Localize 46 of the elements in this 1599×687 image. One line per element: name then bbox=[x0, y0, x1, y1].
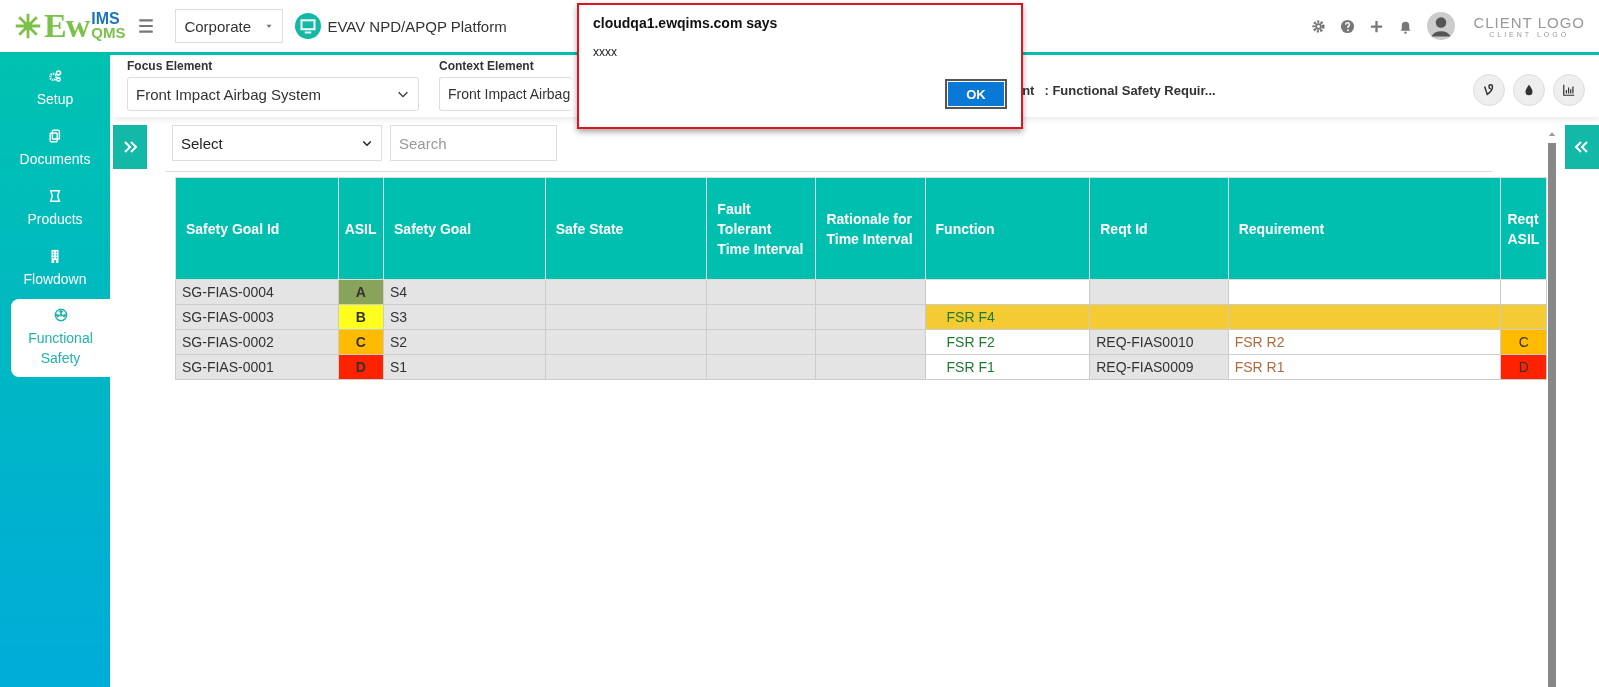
table-cell: S2 bbox=[383, 329, 546, 355]
table-cell: FSR F4 bbox=[925, 304, 1090, 330]
table-cell: SG-FIAS-0004 bbox=[175, 279, 339, 305]
table-cell: S1 bbox=[383, 354, 546, 380]
element-select[interactable]: Front Impact Airbag bbox=[439, 77, 573, 111]
nav-item[interactable]: Products bbox=[0, 179, 110, 239]
nav-item[interactable]: Functional Safety bbox=[11, 299, 110, 377]
logo-text: QMS bbox=[91, 26, 126, 40]
logo-text: Ew bbox=[44, 7, 90, 45]
column-header: Requirement bbox=[1228, 177, 1501, 280]
table-cell: SG-FIAS-0002 bbox=[175, 329, 339, 355]
breadcrumb-text: : Functional Safety Requir... bbox=[1044, 82, 1216, 98]
table-cell: FSR R1 bbox=[1228, 354, 1501, 380]
table-cell: S4 bbox=[383, 279, 546, 305]
table-cell: SG-FIAS-0003 bbox=[175, 304, 339, 330]
dialog-message: xxxx bbox=[593, 45, 618, 59]
search-field[interactable]: Search bbox=[390, 125, 557, 161]
table-cell: FSR F1 bbox=[925, 354, 1090, 380]
table-cell: S3 bbox=[383, 304, 546, 330]
column-header: ASIL bbox=[338, 177, 384, 280]
logo-text: IMS bbox=[91, 12, 121, 26]
dialog-title: cloudqa1.ewqims.com says bbox=[593, 15, 779, 31]
field-label: Context Element bbox=[439, 59, 535, 73]
column-header: Reqt Id bbox=[1089, 177, 1229, 280]
column-header: Safety Goal bbox=[383, 177, 546, 280]
table-cell: REQ-FIAS0009 bbox=[1089, 354, 1229, 380]
element-select[interactable]: Front Impact Airbag System bbox=[127, 77, 419, 111]
filter-select[interactable]: Select bbox=[172, 125, 382, 161]
platform-title: EVAV NPD/APQP Platform bbox=[327, 17, 507, 35]
table-cell: REQ-FIAS0010 bbox=[1089, 329, 1229, 355]
organization-select[interactable]: Corporate bbox=[175, 9, 284, 43]
column-header: Function bbox=[925, 177, 1090, 280]
column-header: Reqt ASIL bbox=[1500, 177, 1547, 280]
column-header: Safe State bbox=[545, 177, 707, 280]
field-label: Focus Element bbox=[127, 59, 214, 73]
ok-button[interactable]: OK bbox=[945, 79, 1007, 109]
table-cell: FSR F2 bbox=[925, 329, 1090, 355]
nav-item[interactable]: Documents bbox=[0, 119, 110, 179]
nav-item[interactable]: Setup bbox=[0, 59, 110, 119]
column-header: Safety Goal Id bbox=[175, 177, 339, 280]
breadcrumb-fragment: nt bbox=[1022, 82, 1035, 98]
column-header: Rationale for Time Interval bbox=[815, 177, 926, 280]
table-cell: SG-FIAS-0001 bbox=[175, 354, 339, 380]
column-header: Fault Tolerant Time Interval bbox=[706, 177, 816, 280]
nav-item[interactable]: Flowdown bbox=[0, 239, 110, 299]
table-cell: FSR R2 bbox=[1228, 329, 1501, 355]
